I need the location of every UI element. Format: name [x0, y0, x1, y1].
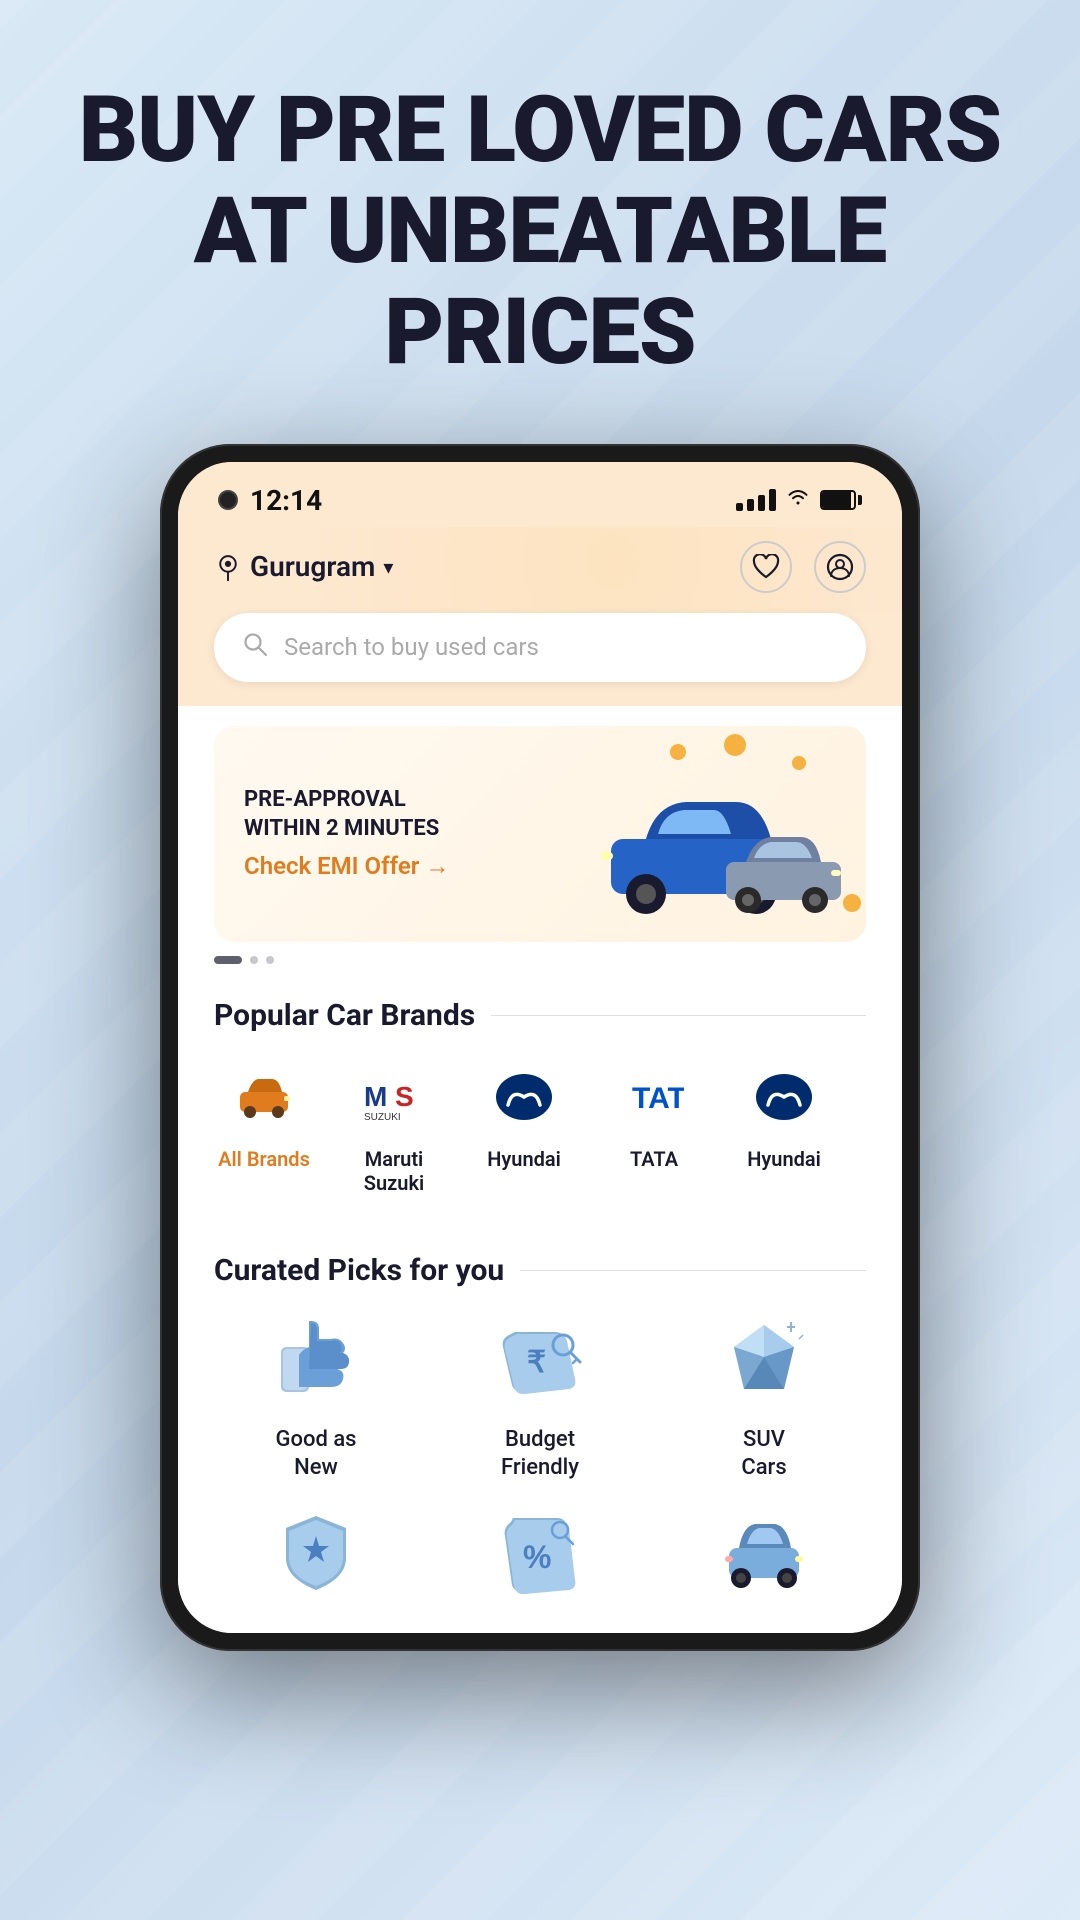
brands-scroll: All Brands M S SUZUKI: [214, 1057, 866, 1205]
coin-decoration: [724, 734, 746, 756]
wishlist-button[interactable]: [740, 541, 792, 593]
heart-icon: [752, 554, 780, 580]
suv-cars-label: SUVCars: [741, 1426, 786, 1483]
signal-bars-icon: [736, 489, 776, 511]
pick-suv-cars[interactable]: SUVCars: [662, 1312, 866, 1483]
banner-image-area: [513, 754, 836, 914]
brands-section-title: Popular Car Brands: [214, 998, 475, 1033]
brands-section-header: Popular Car Brands: [214, 998, 866, 1033]
good-as-new-label: Good asNew: [276, 1426, 357, 1483]
search-bar[interactable]: Search to buy used cars: [214, 613, 866, 682]
brands-section: Popular Car Brands: [178, 974, 902, 1221]
brand-hyundai-1[interactable]: Hyundai: [474, 1057, 574, 1195]
location-pin-icon: [214, 553, 242, 581]
search-placeholder: Search to buy used cars: [284, 633, 539, 661]
pick-good-as-new[interactable]: Good asNew: [214, 1312, 418, 1483]
budget-friendly-icon-wrap: ₹: [490, 1312, 590, 1412]
curated-section: Curated Picks for you: [178, 1229, 902, 1633]
maruti-logo-icon: M S SUZUKI: [359, 1072, 429, 1122]
gray-car-icon: [716, 824, 846, 914]
svg-text:TATA: TATA: [632, 1082, 684, 1115]
discount-icon-wrap: %: [490, 1503, 590, 1603]
pick-hatchback[interactable]: [662, 1503, 866, 1617]
profile-button[interactable]: [814, 541, 866, 593]
curated-section-title: Curated Picks for you: [214, 1253, 504, 1288]
brand-tata[interactable]: TATA TATA: [604, 1057, 704, 1195]
all-brands-label: All Brands: [218, 1147, 310, 1171]
location-selector[interactable]: Gurugram ▾: [214, 550, 393, 583]
pick-budget-friendly[interactable]: ₹ BudgetFriendly: [438, 1312, 642, 1483]
dot-active: [214, 956, 242, 964]
maruti-label: MarutiSuzuki: [364, 1147, 424, 1195]
hatchback-icon-wrap: [714, 1503, 814, 1603]
banner-section: PRE-APPROVALWITHIN 2 MINUTES Check EMI O…: [178, 706, 902, 974]
brand-all-brands[interactable]: All Brands: [214, 1057, 314, 1195]
svg-text:M: M: [364, 1081, 387, 1112]
good-as-new-icon: [271, 1317, 361, 1407]
header-actions: [740, 541, 866, 593]
tata-logo-icon: TATA: [624, 1072, 684, 1122]
hatchback-icon: [719, 1508, 809, 1598]
svg-text:%: %: [523, 1539, 551, 1575]
banner-cta[interactable]: Check EMI Offer →: [244, 852, 513, 881]
dot-inactive: [266, 956, 274, 964]
search-section: Search to buy used cars: [178, 613, 902, 706]
discount-icon: %: [495, 1508, 585, 1598]
hero-title: BUY PRE LOVED CARS AT UNBEATABLE PRICES: [60, 80, 1020, 384]
search-icon: [242, 631, 268, 664]
camera-dot: [218, 490, 238, 510]
all-brands-car-icon: [236, 1074, 292, 1120]
banner-title: PRE-APPROVALWITHIN 2 MINUTES: [244, 786, 513, 843]
hyundai1-label: Hyundai: [487, 1147, 561, 1171]
battery-icon: [820, 490, 862, 510]
phone-mockup: 12:14: [0, 444, 1080, 1651]
phone-body: 12:14: [160, 444, 920, 1651]
status-icons: [736, 487, 862, 513]
tata-icon-wrap: TATA: [614, 1057, 694, 1137]
svg-text:SUZUKI: SUZUKI: [364, 1112, 401, 1122]
status-bar: 12:14: [178, 462, 902, 527]
hyundai2-icon-wrap: [744, 1057, 824, 1137]
certified-icon: [271, 1508, 361, 1598]
svg-text:S: S: [395, 1081, 414, 1112]
hyundai2-logo-icon: [754, 1072, 814, 1122]
hyundai2-label: Hyundai: [747, 1147, 821, 1171]
curated-section-header: Curated Picks for you: [214, 1253, 866, 1288]
all-brands-icon-wrap: [224, 1057, 304, 1137]
app-header: Gurugram ▾: [178, 527, 902, 613]
hyundai1-icon-wrap: [484, 1057, 564, 1137]
svg-text:₹: ₹: [527, 1346, 546, 1379]
maruti-icon-wrap: M S SUZUKI: [354, 1057, 434, 1137]
brand-maruti[interactable]: M S SUZUKI MarutiSuzuki: [344, 1057, 444, 1195]
dot-inactive: [250, 956, 258, 964]
banner-dots: [214, 956, 866, 964]
pick-certified[interactable]: [214, 1503, 418, 1617]
profile-icon: [826, 553, 854, 581]
brand-hyundai-2[interactable]: Hyundai: [734, 1057, 834, 1195]
good-as-new-icon-wrap: [266, 1312, 366, 1412]
wifi-icon: [786, 487, 810, 513]
curated-picks-grid: Good asNew ₹: [214, 1312, 866, 1617]
certified-icon-wrap: [266, 1503, 366, 1603]
dropdown-arrow-icon: ▾: [383, 555, 393, 579]
pick-discount[interactable]: %: [438, 1503, 642, 1617]
hyundai-logo-icon: [494, 1072, 554, 1122]
budget-friendly-label: BudgetFriendly: [501, 1426, 579, 1483]
suv-cars-icon-wrap: [714, 1312, 814, 1412]
tata-label: TATA: [630, 1147, 678, 1171]
section-divider: [491, 1015, 866, 1016]
status-time: 12:14: [250, 484, 322, 517]
curated-section-divider: [520, 1270, 866, 1271]
banner-text: PRE-APPROVALWITHIN 2 MINUTES Check EMI O…: [244, 786, 513, 880]
hero-section: BUY PRE LOVED CARS AT UNBEATABLE PRICES: [0, 0, 1080, 424]
suv-cars-icon: [719, 1317, 809, 1407]
banner-card[interactable]: PRE-APPROVALWITHIN 2 MINUTES Check EMI O…: [214, 726, 866, 942]
phone-screen: 12:14: [178, 462, 902, 1633]
budget-friendly-icon: ₹: [495, 1317, 585, 1407]
location-text: Gurugram: [250, 550, 375, 583]
